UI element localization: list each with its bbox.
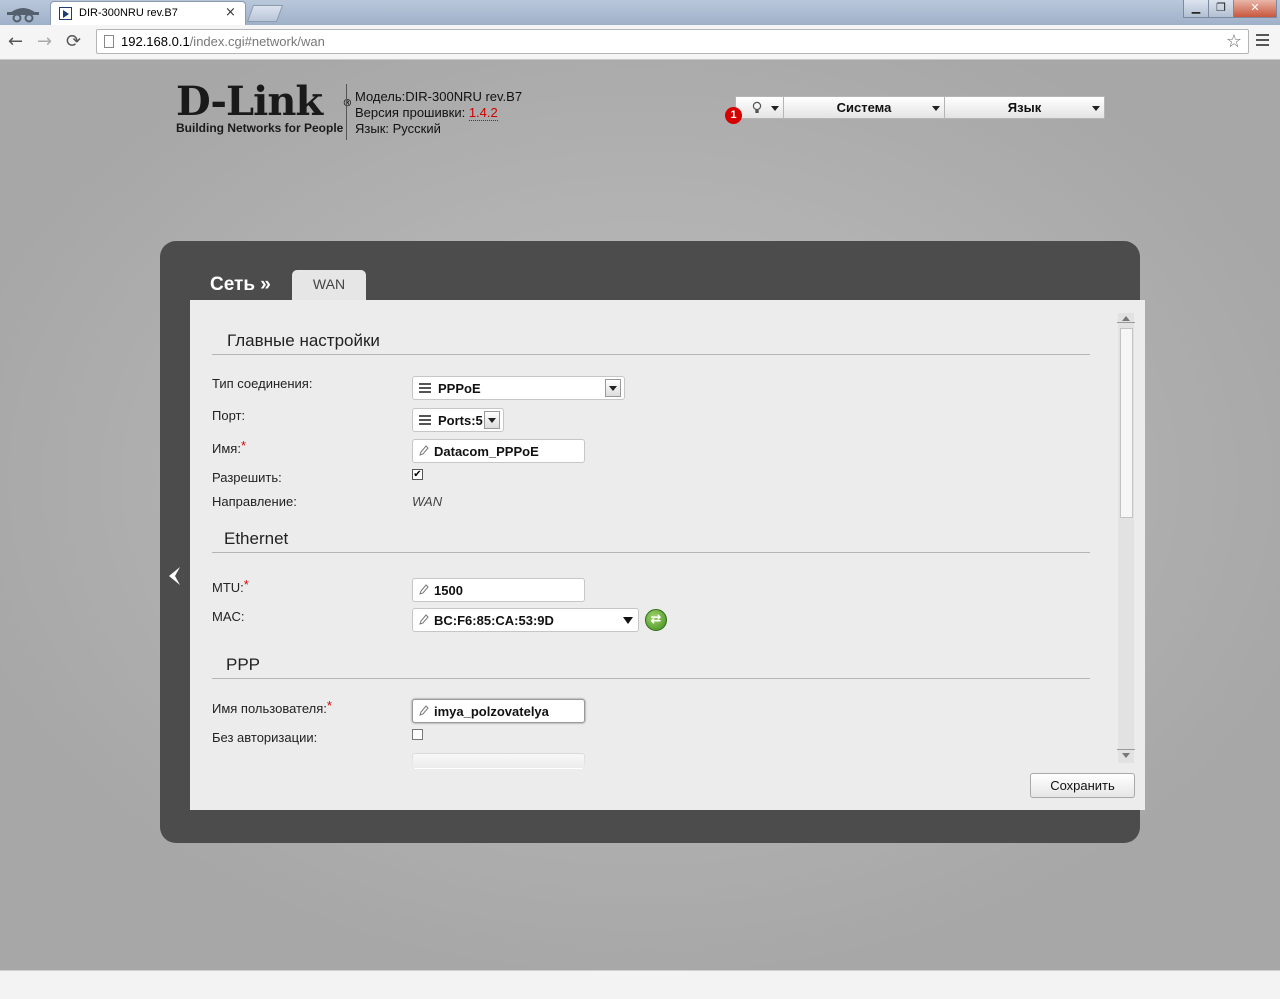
dlink-logo: D-Link® Building Networks for People	[176, 82, 352, 136]
scroll-down-icon[interactable]	[1122, 753, 1130, 758]
url-path: /index.cgi#network/wan	[189, 34, 325, 49]
mtu-value: 1500	[434, 583, 463, 598]
no-auth-label: Без авторизации:	[212, 730, 318, 745]
restore-button[interactable]: ❐	[1208, 0, 1234, 18]
section-title-main: Главные настройки	[227, 331, 380, 350]
url-text: 192.168.0.1/index.cgi#network/wan	[121, 34, 325, 49]
address-bar[interactable]: 192.168.0.1/index.cgi#network/wan ☆	[96, 29, 1249, 54]
new-tab-button[interactable]	[246, 5, 284, 22]
clone-mac-refresh-icon[interactable]: ⇄	[645, 609, 667, 631]
firmware-label: Версия прошивки:	[355, 105, 466, 120]
tab-close-icon[interactable]: ×	[225, 5, 236, 20]
required-mark: *	[326, 698, 332, 713]
menu-system[interactable]: Система	[783, 96, 945, 119]
name-input[interactable]: Datacom_PPPoE	[412, 439, 585, 463]
direction-label: Направление:	[212, 494, 297, 509]
pencil-icon	[419, 584, 429, 595]
chevron-down-icon[interactable]	[623, 617, 633, 624]
mac-combobox[interactable]: BC:F6:85:CA:53:9D	[412, 608, 639, 632]
required-mark: *	[243, 577, 249, 592]
chevron-down-icon	[1092, 106, 1100, 111]
mtu-label: MTU:*	[212, 577, 249, 595]
model-label: Модель:	[355, 89, 406, 104]
header-divider	[346, 84, 347, 140]
reload-button[interactable]: ⟳	[66, 31, 81, 52]
scrollbar-divider	[1117, 322, 1135, 323]
chevron-down-icon	[771, 106, 779, 111]
firmware-version-link[interactable]: 1.4.2	[468, 105, 498, 121]
model-value: DIR-300NRU rev.B7	[405, 89, 523, 104]
username-label: Имя пользователя:*	[212, 698, 332, 716]
browser-toolbar: ← → ⟳ 192.168.0.1/index.cgi#network/wan …	[0, 25, 1280, 60]
pencil-icon	[419, 445, 429, 456]
section-divider	[212, 354, 1090, 355]
language-label: Язык:	[355, 121, 389, 136]
router-web-page: D-Link® Building Networks for People Мод…	[0, 60, 1280, 970]
scroll-up-icon[interactable]	[1122, 316, 1130, 321]
pencil-icon	[419, 614, 429, 625]
dlink-favicon-icon	[59, 7, 72, 20]
direction-value: WAN	[412, 494, 443, 509]
port-label: Порт:	[212, 408, 246, 423]
section-title-ppp: PPP	[226, 655, 261, 674]
settings-content	[190, 300, 1145, 810]
section-divider	[212, 678, 1090, 679]
menu-language-label: Язык	[1007, 100, 1042, 115]
page-icon	[104, 35, 114, 48]
enable-checkbox[interactable]: ✔	[412, 469, 423, 480]
logo-text: D-Link	[176, 78, 323, 125]
notifications-button[interactable]	[735, 96, 784, 119]
chevron-down-icon[interactable]	[605, 379, 621, 397]
pencil-icon	[419, 705, 429, 716]
browser-status-bar	[0, 970, 1280, 999]
notification-badge[interactable]: 1	[725, 107, 742, 124]
required-mark: *	[240, 438, 246, 453]
name-value: Datacom_PPPoE	[434, 444, 539, 459]
scrollbar-divider	[1117, 749, 1135, 750]
minimize-button[interactable]: ▁	[1183, 0, 1209, 18]
chevron-down-icon[interactable]	[484, 411, 500, 429]
port-select[interactable]: Ports:5	[412, 408, 504, 432]
chrome-menu-icon[interactable]	[1256, 34, 1269, 47]
tab-wan[interactable]: WAN	[292, 270, 366, 300]
connection-type-label: Тип соединения:	[212, 376, 313, 391]
browser-tab-active[interactable]: DIR-300NRU rev.B7 ×	[50, 1, 246, 25]
save-button[interactable]: Сохранить	[1030, 773, 1135, 798]
incognito-icon	[7, 8, 39, 23]
browser-tab-title: DIR-300NRU rev.B7	[79, 7, 178, 19]
forward-button[interactable]: →	[37, 31, 52, 52]
browser-tabstrip: DIR-300NRU rev.B7 × ▁ ❐ ✕	[0, 0, 1280, 25]
mac-label: MAC:	[212, 609, 245, 624]
lightbulb-icon	[752, 101, 762, 113]
enable-label: Разрешить:	[212, 470, 282, 485]
username-value: imya_polzovatelya	[434, 704, 549, 719]
back-button[interactable]: ←	[8, 31, 23, 52]
back-arrow-icon[interactable]	[166, 565, 184, 587]
scrollbar-thumb[interactable]	[1120, 328, 1133, 518]
url-host: 192.168.0.1	[121, 34, 190, 49]
list-icon	[419, 415, 431, 425]
list-icon	[419, 383, 431, 393]
language-value: Русский	[392, 121, 441, 136]
port-value: Ports:5	[438, 413, 483, 428]
device-info: Модель:DIR-300NRU rev.B7 Версия прошивки…	[355, 89, 522, 137]
section-title-ethernet: Ethernet	[224, 529, 289, 548]
section-divider	[212, 552, 1090, 553]
menu-language[interactable]: Язык	[944, 96, 1105, 119]
bookmark-star-icon[interactable]: ☆	[1226, 31, 1242, 52]
mac-value: BC:F6:85:CA:53:9D	[434, 613, 554, 628]
name-label: Имя:*	[212, 438, 246, 456]
no-auth-checkbox[interactable]	[412, 729, 423, 740]
scroll-fade	[190, 750, 1120, 768]
mtu-input[interactable]: 1500	[412, 578, 585, 602]
chevron-down-icon	[932, 106, 940, 111]
menu-system-label: Система	[836, 100, 892, 115]
username-input[interactable]: imya_polzovatelya	[412, 699, 585, 723]
close-window-button[interactable]: ✕	[1233, 0, 1277, 18]
breadcrumb-network[interactable]: Сеть »	[210, 274, 271, 296]
connection-type-value: PPPoE	[438, 381, 481, 396]
connection-type-select[interactable]: PPPoE	[412, 376, 625, 400]
